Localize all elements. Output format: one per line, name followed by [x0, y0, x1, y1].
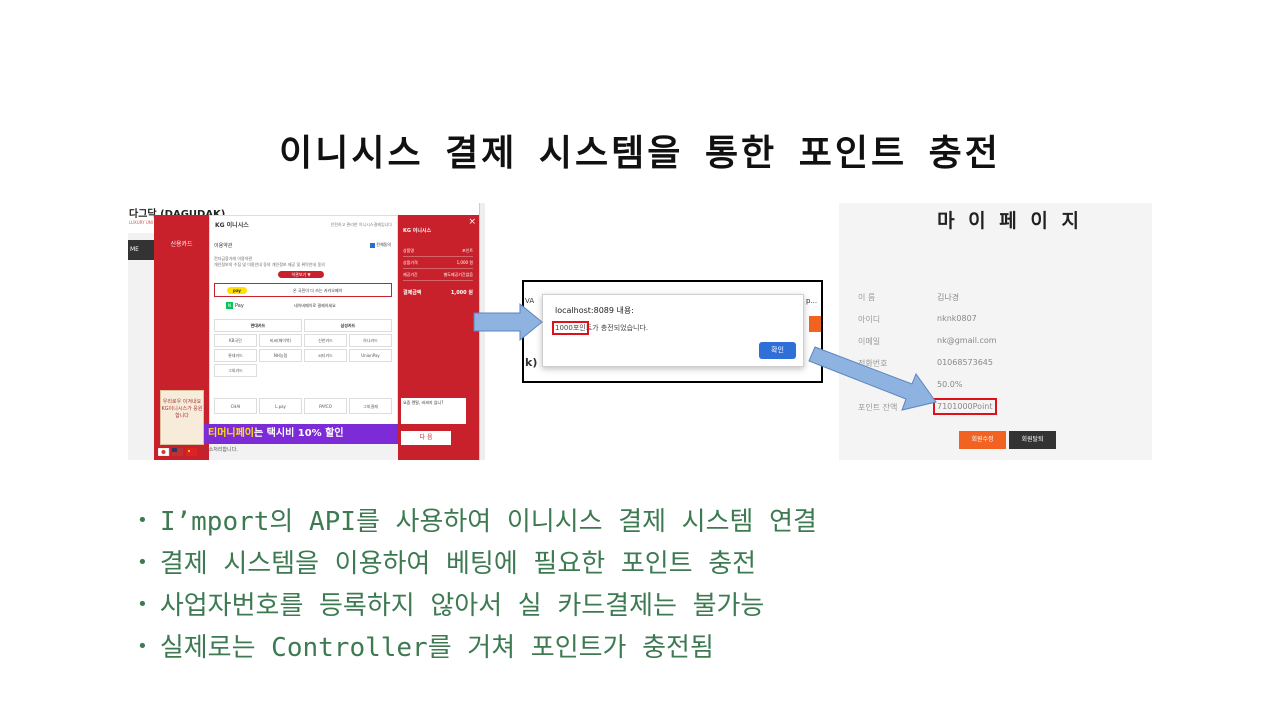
row-label-name: 이 름 [858, 293, 876, 302]
card-nh[interactable]: NH농협 [259, 349, 302, 362]
method-credit-card[interactable]: 신용카드 [154, 239, 209, 248]
row-label-id: 아이디 [858, 315, 881, 324]
card-kb[interactable]: KB국민 [214, 334, 257, 347]
cancel-status-text: 취소처리합니다. [204, 447, 238, 453]
easypay-payco[interactable]: PAYCO [304, 398, 347, 414]
shop-nav-text: ME [130, 246, 139, 253]
payment-method-sidebar: 신용카드 우리로우 이겨내요 KG이니시스가 응원합니다 [154, 215, 209, 460]
browser-edge [479, 203, 485, 460]
view-terms-button[interactable]: 약관보기 ▼ [278, 271, 324, 278]
naverpay-label: 네이버페이로 결제하세요 [294, 303, 336, 308]
card-shinhan[interactable]: 신한카드 [304, 334, 347, 347]
row-label-phone: 전화번호 [858, 359, 888, 368]
terms-label: 이용약관 [214, 243, 233, 249]
inicis-logo: KG 이니시스 [215, 222, 249, 229]
naverpay-option[interactable]: N Pay 네이버페이로 결제하세요 [214, 300, 392, 312]
bullet-item: 실제로는 Controller를 거쳐 포인트가 충전됨 [137, 629, 817, 671]
alert-screenshot: VA p... k) localhost:8089 내용: 1000포인트가 충… [522, 280, 823, 383]
alert-dialog: localhost:8089 내용: 1000포인트가 충전되었습니다. 확인 [542, 294, 804, 367]
slide-title: 이니시스 결제 시스템을 통한 포인트 충전 [279, 133, 1001, 174]
mypage-title: 마 이 페 이 지 [937, 210, 1081, 232]
info-label: 상품가격 [403, 259, 418, 265]
tmoney-ad-banner[interactable]: 티머니페이는 택시비 10% 할인 [204, 424, 398, 444]
bullet-item: 결제 시스템을 이용하여 베팅에 필요한 포인트 충전 [137, 545, 817, 587]
info-label: 상품명 [403, 247, 415, 253]
card-bc[interactable]: 비씨(페이북) [259, 334, 302, 347]
order-info-row: 상품가격 1,000 원 [403, 257, 473, 269]
naverpay-icon: N [226, 302, 233, 309]
easy-pay-row: CHAI L.pay PAYCO 그외결제 [214, 398, 392, 414]
card-samsung[interactable]: 삼성카드 [304, 319, 392, 332]
card-hana[interactable]: 하나카드 [349, 334, 392, 347]
bullet-list: I’mport의 API를 사용하여 이니시스 결제 시스템 연결 결제 시스템… [137, 503, 817, 671]
card-other[interactable]: 그외카드 [214, 364, 257, 377]
kakaopay-label: 온 국민이 다 쓰는 카카오페이 [293, 288, 343, 293]
row-value-id: nknk0807 [937, 314, 977, 323]
tmoney-brand: 티머니페이 [208, 428, 254, 439]
close-icon[interactable]: × [468, 217, 476, 227]
inicis-promo-banner: 우리로우 이겨내요 KG이니시스가 응원합니다 [160, 390, 204, 445]
row-value-name: 김나경 [937, 293, 960, 302]
summary-logo: KG 이니시스 [403, 228, 432, 234]
kakaopay-icon: pay [227, 287, 247, 294]
row-label-points: 포인트 잔액 [858, 403, 898, 412]
easypay-other[interactable]: 그외결제 [349, 398, 392, 414]
row-value-email: nk@gmail.com [937, 336, 997, 345]
agree-all-checkbox[interactable]: 전체동의 [370, 242, 391, 248]
row-value-rate: 50.0% [937, 380, 963, 389]
info-value: 별도제공기간없음 [443, 271, 473, 277]
bg-text-p: p... [806, 297, 818, 305]
bg-orange-button [809, 316, 821, 332]
card-unionpay[interactable]: UnionPay [349, 349, 392, 362]
easypay-lpay[interactable]: L.pay [259, 398, 302, 414]
payment-amount: 결제금액 1,000 원 [403, 289, 473, 296]
bullet-item: 사업자번호를 등록하지 않아서 실 카드결제는 불가능 [137, 587, 817, 629]
ok-button[interactable]: 확인 [759, 342, 796, 359]
order-info: 상품명 포인트 상품가격 1,000 원 제공기간 별도제공기간없음 결제금액 1,00… [403, 245, 473, 296]
tmoney-text: 는 택시비 10% 할인 [254, 428, 344, 439]
terms-line-2[interactable]: 개인정보의 수집 및 이용안내 동의 개인정보 제공 및 위탁안내 동의 [214, 262, 384, 268]
alert-message-highlight: 1000포인 [552, 321, 589, 335]
alert-message-rest: 트가 충전되었습니다. [585, 324, 649, 332]
card-citi[interactable]: 씨티카드 [304, 349, 347, 362]
alert-host: localhost:8089 내용: [555, 306, 634, 315]
row-value-points: 7101000Point [933, 398, 997, 415]
next-button[interactable]: 다 음 [401, 431, 451, 445]
language-flags[interactable] [157, 447, 198, 458]
order-info-row: 상품명 포인트 [403, 245, 473, 257]
order-summary-panel: × KG 이니시스 상품명 포인트 상품가격 1,000 원 제공기간 별도제공기간없… [398, 215, 479, 460]
agree-all-label: 전체동의 [376, 242, 391, 247]
row-label-email: 이메일 [858, 337, 881, 346]
inicis-tagline: 안전하고 편리한 이니시스결제입니다 [330, 222, 392, 227]
shop-subtitle: LUXURY UNI [129, 220, 153, 225]
payment-form: KG 이니시스 안전하고 편리한 이니시스결제입니다 이용약관 전체동의 전자금… [209, 215, 398, 432]
bg-text-va: VA [525, 297, 535, 305]
naverpay-brand: Pay [235, 303, 244, 309]
easypay-chai[interactable]: CHAI [214, 398, 257, 414]
mypage-screenshot: 마 이 페 이 지 이 름 김나경 아이디 nknk0807 이메일 nk@gm… [839, 203, 1152, 460]
row-value-phone: 01068573645 [937, 358, 993, 367]
alert-message: 1000포인트가 충전되었습니다. [552, 321, 649, 335]
amount-value: 1,000 원 [450, 290, 473, 296]
checkbox-icon [370, 242, 376, 248]
order-info-row: 제공기간 별도제공기간없음 [403, 269, 473, 281]
card-lotte[interactable]: 롯데카드 [214, 349, 257, 362]
edit-member-button[interactable]: 회원수정 [959, 431, 1006, 449]
bg-text-bracket: k) [525, 356, 538, 369]
card-company-grid: 현대카드 삼성카드 KB국민 비씨(페이북) 신한카드 하나카드 롯데카드 NH… [214, 319, 394, 379]
info-label: 제공기간 [403, 271, 418, 277]
amount-label: 결제금액 [403, 290, 422, 296]
card-hyundai[interactable]: 현대카드 [214, 319, 302, 332]
kakaopay-option[interactable]: pay 온 국민이 다 쓰는 카카오페이 [214, 283, 392, 297]
bullet-item: I’mport의 API를 사용하여 이니시스 결제 시스템 연결 [137, 503, 817, 545]
info-value: 1,000 원 [456, 259, 473, 265]
withdraw-button[interactable]: 회원탈퇴 [1009, 431, 1056, 449]
rental-ad[interactable]: 요즘 렌탈, 비싸지 않니? [401, 398, 466, 424]
inicis-payment-screenshot: 다그닥 (DAGUDAK) LUXURY UNI ME 신용카드 우리로우 이겨… [128, 203, 485, 460]
info-value: 포인트 [461, 247, 473, 253]
shop-nav-strip: ME [128, 240, 154, 260]
flag-icons [157, 447, 197, 457]
